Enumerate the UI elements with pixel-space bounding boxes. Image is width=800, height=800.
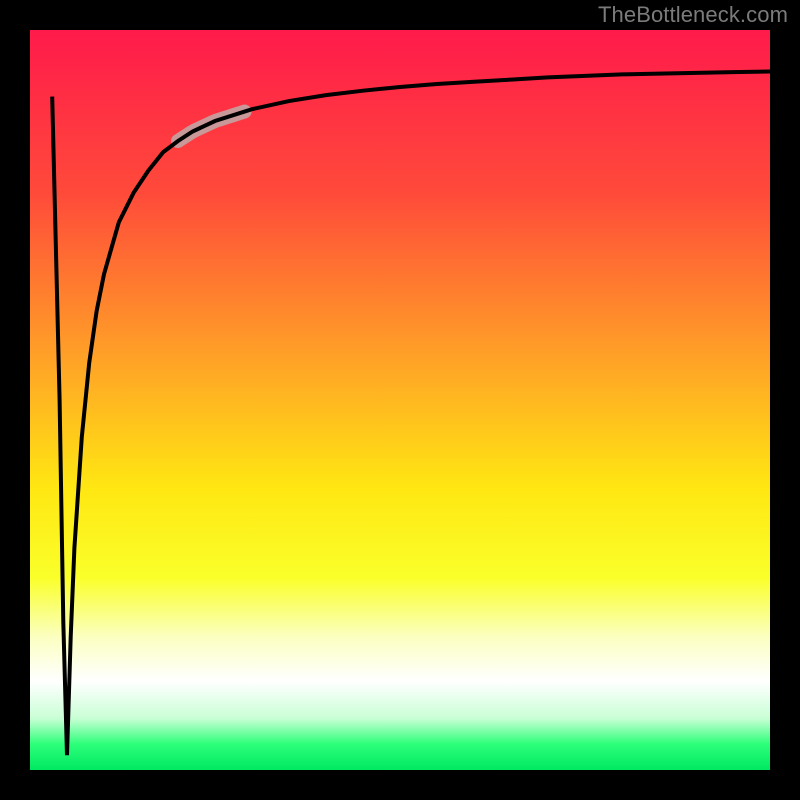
plot-gradient-background xyxy=(30,30,770,770)
chart-svg xyxy=(0,0,800,800)
watermark-text: TheBottleneck.com xyxy=(598,2,788,28)
bottleneck-chart: TheBottleneck.com xyxy=(0,0,800,800)
